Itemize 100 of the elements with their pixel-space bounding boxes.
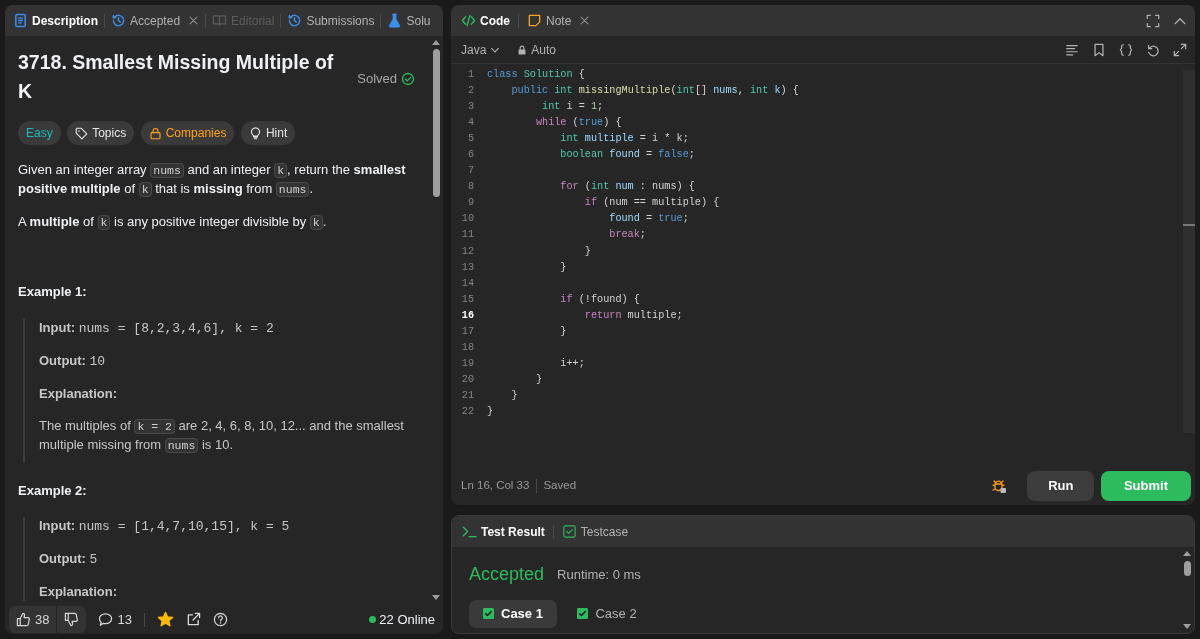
explanation-label: Explanation: — [39, 384, 118, 403]
input-text: Input: nums = [8,2,3,4,6], k = 2 — [39, 318, 275, 338]
help-icon[interactable] — [212, 612, 228, 627]
output-text: Output: 5 — [39, 550, 99, 569]
code-line: return multiple; — [583, 308, 683, 323]
output-text: Output: 10 — [39, 351, 107, 371]
verdict-text: Accepted — [469, 563, 545, 586]
code-line: for (int num : nums) { — [559, 180, 695, 195]
tab[interactable]: Solu — [385, 9, 433, 32]
code-line: break; — [608, 228, 646, 243]
tab[interactable]: Accepted — [109, 9, 202, 32]
line-number: 8 — [466, 180, 475, 195]
online-count: 22 Online — [379, 610, 435, 629]
tab[interactable]: Testcase — [559, 520, 631, 543]
code-line: if (num == multiple) { — [583, 196, 720, 211]
line-number: 13 — [460, 260, 475, 275]
example-heading: Example 2: — [18, 481, 88, 500]
line-number: 20 — [460, 372, 475, 387]
code-line: } — [583, 244, 591, 259]
code-line: int multiple = i * k; — [559, 132, 689, 147]
line-number: 2 — [466, 84, 475, 99]
input-text: Input: nums = [1,4,7,10,15], k = 5 — [39, 517, 291, 536]
code-line: } — [534, 372, 543, 387]
note-icon — [527, 13, 542, 28]
code-line: boolean found = false; — [559, 148, 695, 163]
line-number: 11 — [460, 228, 475, 243]
solved-status: Solved — [357, 52, 415, 106]
history-icon — [287, 13, 303, 28]
line-number: 7 — [466, 164, 475, 179]
code-line: class Solution { — [487, 68, 585, 82]
code-line: } — [487, 405, 494, 419]
undo-icon[interactable] — [1146, 42, 1160, 57]
line-number: 6 — [466, 148, 475, 163]
explanation-label: Explanation: — [39, 583, 118, 601]
line-number: 18 — [460, 340, 475, 355]
topics-button[interactable]: Topics — [67, 121, 135, 145]
code-line: } — [559, 260, 567, 275]
run-button[interactable]: Run — [1027, 471, 1095, 501]
close-icon[interactable] — [579, 15, 591, 26]
tab[interactable]: Code — [459, 9, 512, 32]
lock-icon — [517, 44, 528, 55]
braces-icon[interactable] — [1119, 42, 1133, 57]
debugger-lock-icon[interactable] — [990, 478, 1007, 494]
line-number: 14 — [460, 276, 475, 291]
comments-button[interactable]: 13 — [98, 609, 132, 630]
example-explanation: The multiples of k = 2 are 2, 4, 6, 8, 10, 12... and the smallest multiple missing from nums is 10. — [39, 416, 405, 455]
difficulty-tag[interactable]: Easy — [18, 121, 61, 145]
format-icon[interactable] — [1065, 42, 1079, 57]
thumbs-up-icon — [16, 612, 31, 627]
lightbulb-icon — [248, 126, 262, 140]
thumbs-down-icon — [64, 612, 80, 627]
line-number: 17 — [460, 324, 475, 339]
line-number: 3 — [466, 100, 475, 115]
terminal-icon — [462, 524, 477, 539]
code-line: } — [559, 324, 567, 339]
save-status: Saved — [543, 478, 577, 494]
document-icon — [13, 13, 28, 28]
star-icon[interactable] — [156, 611, 174, 628]
tab[interactable]: Description — [11, 9, 100, 32]
problem-title: 3718. Smallest Missing Multiple of K — [18, 50, 335, 104]
lock-icon — [148, 126, 162, 140]
line-number: 21 — [460, 388, 475, 403]
tab[interactable]: Note — [525, 9, 593, 32]
share-icon[interactable] — [185, 612, 201, 627]
code-line: } — [510, 388, 518, 403]
hint-button[interactable]: Hint — [240, 121, 296, 145]
line-number: 1 — [466, 68, 475, 82]
tab[interactable]: Test Result — [460, 520, 547, 543]
expand-icon[interactable] — [1173, 42, 1187, 57]
line-number: 12 — [460, 244, 475, 259]
close-icon[interactable] — [188, 15, 200, 26]
code-line: if (!found) { — [559, 292, 640, 307]
code-line: int i = 1; — [541, 100, 604, 115]
scrollbar[interactable] — [1183, 70, 1195, 433]
companies-button[interactable]: Companies — [140, 121, 235, 145]
flask-icon — [387, 13, 403, 28]
description-paragraph: Given an integer array nums and an integer k , return the smallest positive multiple of k that is missing from nums . — [18, 161, 407, 199]
book-icon — [212, 13, 228, 28]
bookmark-icon[interactable] — [1092, 42, 1106, 57]
line-number: 5 — [466, 132, 475, 147]
tab[interactable]: Submissions — [285, 9, 377, 32]
code-line: found = true; — [608, 212, 689, 227]
comment-icon — [98, 612, 114, 627]
check-circle-icon — [401, 72, 415, 86]
language-dropdown[interactable]: Java — [459, 38, 503, 61]
line-number: 16 — [460, 308, 475, 323]
line-number: 19 — [460, 356, 475, 371]
tag-icon — [75, 126, 89, 140]
cursor-position: Ln 16, Col 33 — [461, 478, 530, 494]
line-number: 4 — [466, 116, 475, 131]
auto-mode-button[interactable]: Auto — [515, 38, 559, 61]
line-number: 15 — [460, 292, 475, 307]
checkbox-icon — [561, 524, 577, 539]
case-tab[interactable]: Case 2 — [563, 600, 651, 628]
description-paragraph: A multiple of k is any positive integer divisible by k . — [18, 213, 328, 232]
history-icon — [111, 13, 126, 28]
fullscreen-icon[interactable] — [1146, 13, 1160, 28]
code-line: i++; — [559, 356, 585, 371]
case-tab[interactable]: Case 1 — [469, 600, 557, 628]
code-line: while (true) { — [534, 116, 622, 131]
